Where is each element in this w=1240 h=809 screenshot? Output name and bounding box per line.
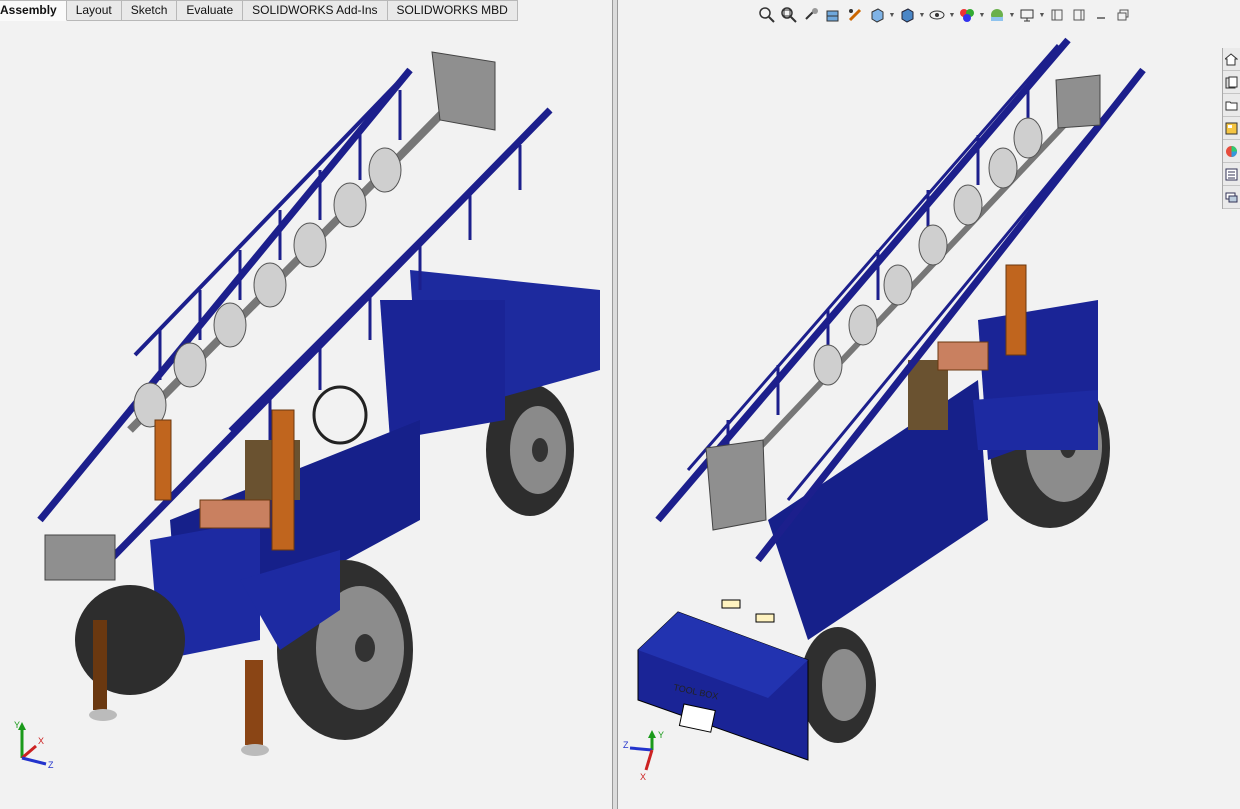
coordinate-triad-right: Z Y X (623, 730, 664, 782)
view-settings-icon[interactable] (1016, 5, 1038, 25)
triad-z-label: Z (48, 760, 54, 770)
design-library-icon[interactable] (1223, 71, 1240, 94)
zoom-to-area-icon[interactable] (778, 5, 800, 25)
view-palette-icon[interactable] (1223, 117, 1240, 140)
custom-properties-icon[interactable] (1223, 163, 1240, 186)
section-view-icon[interactable] (822, 5, 844, 25)
command-manager-tabs: Assembly Layout Sketch Evaluate SOLIDWOR… (0, 0, 518, 21)
triad-x-label: X (38, 736, 44, 746)
dynamic-annotation-icon[interactable] (844, 5, 866, 25)
heads-up-view-toolbar: ▼ ▼ ▼ ▼ ▼ ▼ (756, 4, 1134, 26)
auger-tractor-model-rear[interactable]: TOOL BOX (618, 0, 1240, 809)
solidworks-resources-icon[interactable] (1223, 48, 1240, 71)
apply-scene-icon[interactable] (986, 5, 1008, 25)
chevron-down-icon[interactable]: ▼ (1008, 12, 1016, 19)
restore-window-icon[interactable] (1068, 5, 1090, 25)
edit-appearance-icon[interactable] (956, 5, 978, 25)
tab-sketch[interactable]: Sketch (121, 0, 178, 21)
tab-solidworks-add-ins[interactable]: SOLIDWORKS Add-Ins (243, 0, 388, 21)
appearances-icon[interactable] (1223, 140, 1240, 163)
chevron-down-icon[interactable]: ▼ (948, 12, 956, 19)
minimize-window-icon[interactable] (1046, 5, 1068, 25)
chevron-down-icon[interactable]: ▼ (1038, 12, 1046, 19)
tab-evaluate[interactable]: Evaluate (177, 0, 244, 21)
chevron-down-icon[interactable]: ▼ (918, 12, 926, 19)
tab-assembly[interactable]: Assembly (0, 0, 67, 21)
view-orientation-icon[interactable] (866, 5, 888, 25)
maximize-icon[interactable] (1112, 5, 1134, 25)
coordinate-triad-left: X Y Z (14, 720, 54, 770)
hide-show-items-icon[interactable] (926, 5, 948, 25)
display-style-icon[interactable] (896, 5, 918, 25)
forum-icon[interactable] (1223, 186, 1240, 209)
triad-y-label: Y (14, 720, 20, 730)
triad-x-label-right: X (640, 772, 646, 782)
tab-solidworks-mbd[interactable]: SOLIDWORKS MBD (387, 0, 518, 21)
task-pane-tabs (1222, 48, 1240, 209)
previous-view-icon[interactable] (800, 5, 822, 25)
triad-z-label-right: Z (623, 740, 629, 750)
file-explorer-icon[interactable] (1223, 94, 1240, 117)
graphics-viewport-left[interactable]: X Y Z (0, 0, 612, 809)
zoom-to-fit-icon[interactable] (756, 5, 778, 25)
triad-y-label-right: Y (658, 730, 664, 740)
tab-layout[interactable]: Layout (66, 0, 122, 21)
chevron-down-icon[interactable]: ▼ (888, 12, 896, 19)
chevron-down-icon[interactable]: ▼ (978, 12, 986, 19)
graphics-viewport-right[interactable]: TOOL BOX Z Y X (618, 0, 1240, 809)
auger-tractor-model-iso[interactable] (0, 0, 612, 809)
minimize-icon[interactable] (1090, 5, 1112, 25)
